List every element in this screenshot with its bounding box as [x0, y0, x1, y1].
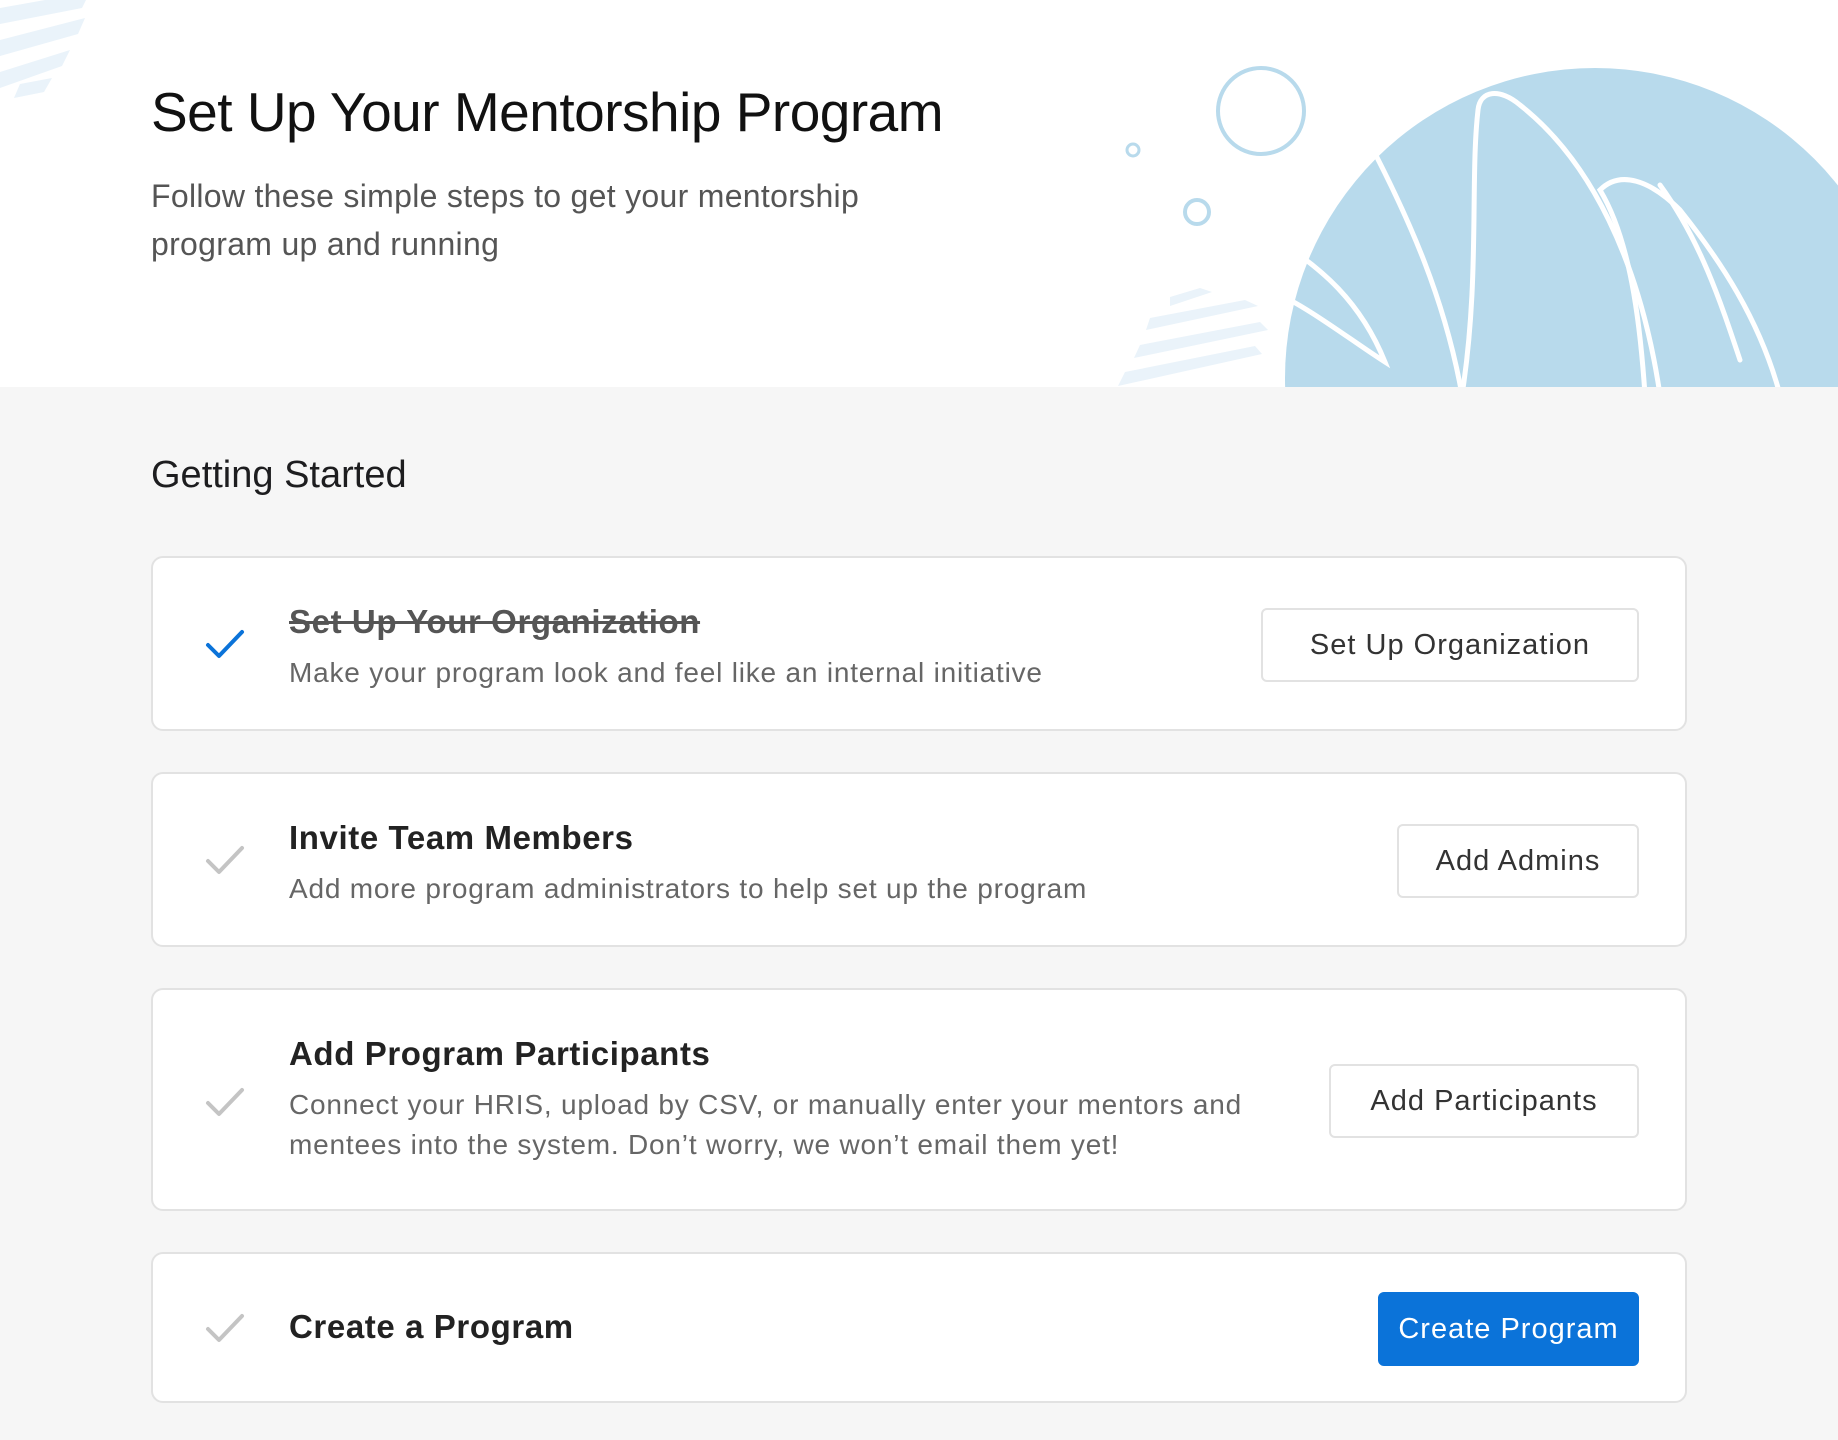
step-title: Invite Team Members: [289, 819, 634, 856]
decorative-ring-small: [1125, 142, 1141, 158]
check-icon-completed: [206, 630, 244, 658]
decorative-ring-large: [1216, 66, 1306, 156]
decorative-globe: [1285, 68, 1838, 387]
set-up-organization-button[interactable]: Set Up Organization: [1261, 608, 1639, 682]
step-card-set-up-organization: Set Up Your Organization Make your progr…: [151, 556, 1687, 731]
step-card-add-program-participants: Add Program Participants Connect your HR…: [151, 988, 1687, 1211]
hero-header: Set Up Your Mentorship Program Follow th…: [0, 0, 1838, 387]
add-participants-button[interactable]: Add Participants: [1329, 1064, 1639, 1138]
step-title: Add Program Participants: [289, 1035, 711, 1072]
check-icon-pending: [206, 846, 244, 874]
page-subtitle: Follow these simple steps to get your me…: [151, 178, 860, 262]
step-description: Make your program look and feel like an …: [289, 657, 1043, 688]
check-icon-pending: [206, 1314, 244, 1342]
check-icon-pending: [206, 1088, 244, 1116]
step-title: Set Up Your Organization: [289, 603, 701, 640]
step-title: Create a Program: [289, 1308, 574, 1345]
page-title: Set Up Your Mentorship Program: [151, 81, 944, 143]
step-description: Add more program administrators to help …: [289, 873, 1088, 904]
decorative-stripes-top-left: [0, 0, 86, 98]
section-title-getting-started: Getting Started: [151, 454, 407, 496]
decorative-ring-medium: [1183, 198, 1211, 226]
step-card-invite-team-members: Invite Team Members Add more program adm…: [151, 772, 1687, 947]
create-program-button[interactable]: Create Program: [1378, 1292, 1639, 1366]
decorative-stripes-bottom: [1118, 288, 1268, 386]
step-description: Connect your HRIS, upload by CSV, or man…: [289, 1089, 1242, 1160]
step-card-create-a-program: Create a Program Create Program: [151, 1252, 1687, 1403]
add-admins-button[interactable]: Add Admins: [1397, 824, 1639, 898]
